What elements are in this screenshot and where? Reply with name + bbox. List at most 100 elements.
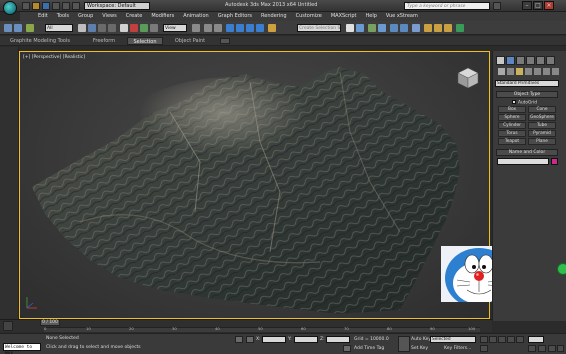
menu-views[interactable]: Views bbox=[102, 12, 116, 21]
app-logo-icon[interactable] bbox=[3, 1, 17, 15]
primitives-dropdown[interactable]: Standard Primitives bbox=[495, 80, 559, 87]
auto-key-button[interactable]: Auto Key bbox=[411, 337, 431, 342]
set-key-icon[interactable] bbox=[398, 336, 410, 352]
tab-selection[interactable]: Selection bbox=[127, 37, 163, 45]
reference-coordinate-dropdown[interactable]: View bbox=[163, 24, 187, 32]
window-crossing-icon[interactable] bbox=[108, 24, 116, 32]
go-to-end-icon[interactable] bbox=[516, 336, 524, 343]
keyboard-shortcut-icon[interactable] bbox=[214, 24, 222, 32]
render-setup-icon[interactable] bbox=[424, 24, 432, 32]
tube-button[interactable]: Tube bbox=[528, 122, 556, 129]
auto-key-mode-dropdown[interactable]: Selected bbox=[430, 336, 476, 343]
rectangular-selection-icon[interactable] bbox=[98, 24, 106, 32]
pivot-center-icon[interactable] bbox=[192, 24, 200, 32]
set-key-button[interactable]: Set Key bbox=[411, 346, 428, 351]
previous-frame-icon[interactable] bbox=[489, 336, 497, 343]
pyramid-button[interactable]: Pyramid bbox=[528, 130, 556, 137]
teapot-button[interactable]: Teapot bbox=[498, 138, 526, 145]
go-to-start-icon[interactable] bbox=[480, 336, 488, 343]
next-frame-icon[interactable] bbox=[507, 336, 515, 343]
manipulate-icon[interactable] bbox=[204, 24, 212, 32]
ribbon-minimize-icon[interactable] bbox=[220, 38, 230, 44]
undo-icon[interactable] bbox=[52, 2, 60, 10]
selection-filter-dropdown[interactable]: All bbox=[45, 24, 73, 32]
graphite-toggle-icon[interactable] bbox=[378, 24, 386, 32]
object-type-rollout-header[interactable]: Object Type bbox=[496, 91, 558, 98]
search-icon[interactable] bbox=[493, 2, 501, 10]
selection-lock-icon[interactable] bbox=[235, 336, 243, 343]
menu-modifiers[interactable]: Modifiers bbox=[151, 12, 174, 21]
project-folder-icon[interactable] bbox=[72, 2, 80, 10]
spinner-snap-icon[interactable] bbox=[256, 24, 264, 32]
y-coord-field[interactable] bbox=[294, 336, 318, 343]
systems-category-icon[interactable] bbox=[552, 68, 559, 75]
create-tab-icon[interactable] bbox=[496, 56, 505, 65]
select-by-name-icon[interactable] bbox=[88, 24, 96, 32]
display-tab-icon[interactable] bbox=[536, 56, 545, 65]
time-slider[interactable]: 0 / 100 bbox=[40, 319, 60, 326]
pan-viewport-icon[interactable] bbox=[548, 345, 556, 352]
mirror-icon[interactable] bbox=[346, 24, 354, 32]
render-production-icon[interactable] bbox=[444, 24, 452, 32]
plane-button[interactable]: Plane bbox=[528, 138, 556, 145]
vue-render-icon[interactable] bbox=[456, 24, 464, 32]
object-color-swatch[interactable] bbox=[551, 158, 558, 165]
menu-customize[interactable]: Customize bbox=[296, 12, 322, 21]
time-configuration-icon[interactable] bbox=[528, 345, 536, 352]
align-icon[interactable] bbox=[356, 24, 364, 32]
helpers-category-icon[interactable] bbox=[534, 68, 541, 75]
menu-animation[interactable]: Animation bbox=[183, 12, 209, 21]
menu-create[interactable]: Create bbox=[126, 12, 143, 21]
snaps-toggle-icon[interactable] bbox=[226, 24, 234, 32]
select-rotate-icon[interactable] bbox=[130, 24, 138, 32]
link-icon[interactable] bbox=[4, 24, 12, 32]
maximize-button[interactable]: □ bbox=[533, 1, 543, 10]
schematic-view-icon[interactable] bbox=[400, 24, 408, 32]
select-move-icon[interactable] bbox=[120, 24, 128, 32]
bind-spacewarp-icon[interactable] bbox=[26, 24, 34, 32]
tab-object-paint[interactable]: Object Paint bbox=[168, 37, 212, 45]
edit-named-selection-icon[interactable] bbox=[268, 24, 276, 32]
menu-graph-editors[interactable]: Graph Editors bbox=[218, 12, 252, 21]
unlink-icon[interactable] bbox=[14, 24, 22, 32]
zoom-viewport-icon[interactable] bbox=[538, 345, 546, 352]
utilities-tab-icon[interactable] bbox=[546, 56, 555, 65]
viewport-label[interactable]: [+] [Perspective] [Realistic] bbox=[23, 55, 85, 60]
redo-icon[interactable] bbox=[62, 2, 70, 10]
material-editor-icon[interactable] bbox=[412, 24, 420, 32]
sphere-button[interactable]: Sphere bbox=[498, 114, 526, 121]
new-scene-icon[interactable] bbox=[22, 2, 30, 10]
key-mode-icon[interactable] bbox=[480, 345, 488, 352]
side-plugin-icon[interactable] bbox=[557, 263, 566, 275]
open-file-icon[interactable] bbox=[32, 2, 40, 10]
reference-coord-icon[interactable] bbox=[150, 24, 158, 32]
cameras-category-icon[interactable] bbox=[525, 68, 532, 75]
z-coord-field[interactable] bbox=[326, 336, 350, 343]
menu-vue-xstream[interactable]: Vue xStream bbox=[386, 12, 418, 21]
modify-tab-icon[interactable] bbox=[506, 56, 515, 65]
select-object-icon[interactable] bbox=[78, 24, 86, 32]
angle-snap-icon[interactable] bbox=[236, 24, 244, 32]
x-coord-field[interactable] bbox=[262, 336, 286, 343]
search-input[interactable]: Type a keyword or phrase bbox=[404, 2, 490, 10]
autogrid-checkbox-box[interactable] bbox=[512, 100, 516, 104]
torus-button[interactable]: Torus bbox=[498, 130, 526, 137]
curve-editor-icon[interactable] bbox=[390, 24, 398, 32]
tab-graphite-modeling-tools[interactable]: Graphite Modeling Tools bbox=[4, 37, 76, 45]
current-frame-field[interactable] bbox=[528, 336, 544, 343]
lights-category-icon[interactable] bbox=[516, 68, 523, 75]
menu-edit[interactable]: Edit bbox=[38, 12, 48, 21]
mini-curve-editor-icon[interactable] bbox=[3, 321, 13, 331]
viewcube-icon[interactable] bbox=[456, 66, 480, 90]
named-selection-dropdown[interactable]: Create Selection Se bbox=[297, 24, 341, 32]
motion-tab-icon[interactable] bbox=[526, 56, 535, 65]
absolute-mode-icon[interactable] bbox=[246, 336, 254, 343]
menu-maxscript[interactable]: MAXScript bbox=[331, 12, 357, 21]
cylinder-button[interactable]: Cylinder bbox=[498, 122, 526, 129]
tab-freeform[interactable]: Freeform bbox=[86, 37, 122, 45]
menu-rendering[interactable]: Rendering bbox=[261, 12, 287, 21]
layer-manager-icon[interactable] bbox=[368, 24, 376, 32]
save-file-icon[interactable] bbox=[42, 2, 50, 10]
menu-group[interactable]: Group bbox=[78, 12, 93, 21]
select-scale-icon[interactable] bbox=[140, 24, 148, 32]
